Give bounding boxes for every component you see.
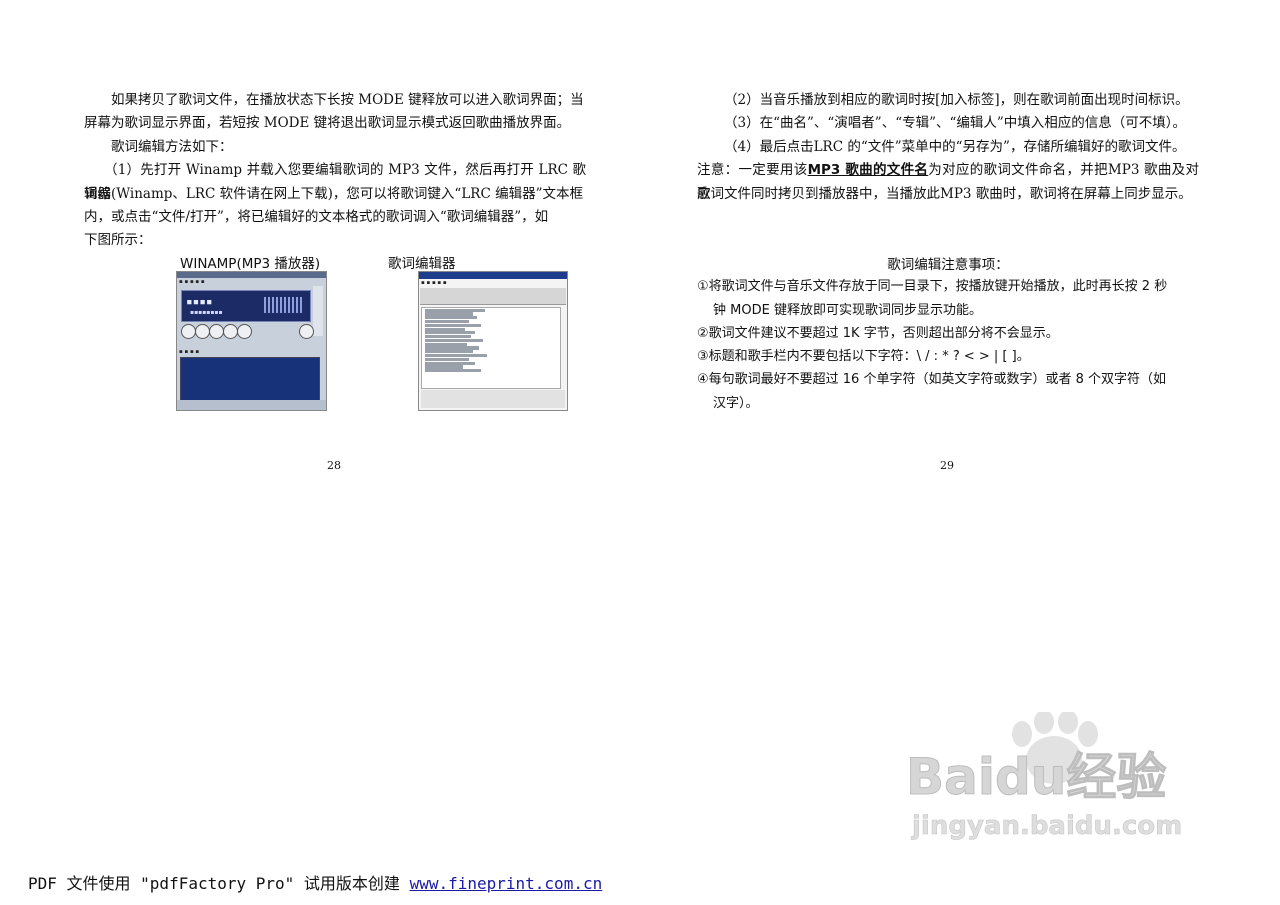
paragraph: 歌词编辑方法如下： (111, 139, 233, 155)
pdf-footer: PDF 文件使用 "pdfFactory Pro" 试用版本创建 www.fin… (28, 870, 602, 894)
right-page: （2）当音乐播放到相应的歌词时按[加入标签]，则在歌词前面出现时间标识。 （3）… (697, 0, 1199, 480)
paragraph: 如果拷贝了歌词文件，在播放状态下长按 MODE 键释放可以进入歌词界面；当 (111, 92, 584, 108)
lrc-text-area (421, 307, 561, 389)
winamp-display: ▪▪▪▪ ▪▪▪▪▪▪▪▪ (181, 290, 311, 322)
winamp-titlebar (177, 272, 326, 278)
winamp-menu-bar: ▪ ▪ ▪ ▪ ▪ (179, 279, 205, 285)
watermark-url: jingyan.baidu.com (911, 811, 1182, 841)
paragraph: 辑器(Winamp、LRC 软件请在网上下载)，您可以将歌词键入“LRC 编辑器… (84, 186, 583, 202)
winamp-time-display: ▪▪▪▪ (186, 295, 213, 308)
next-icon (237, 324, 252, 339)
list-item: ③标题和歌手栏内不要包括以下字符：\ / : * ? < > | [ ]。 (697, 349, 1030, 364)
footer-text: PDF 文件使用 "pdfFactory Pro" 试用版本创建 (28, 874, 410, 893)
play-icon (195, 324, 210, 339)
page-number: 29 (940, 459, 954, 472)
winamp-screenshot: ▪ ▪ ▪ ▪ ▪ ▪▪▪▪ ▪▪▪▪▪▪▪▪ ▪ ▪ ▪ ▪ (176, 271, 327, 411)
section-title: 歌词编辑注意事项： (887, 257, 1009, 273)
watermark-brand: Baidu经验 (906, 748, 1166, 806)
paragraph: 屏幕为歌词显示界面，若短按 MODE 键将退出歌词显示模式返回歌曲播放界面。 (84, 115, 571, 131)
stop-icon (223, 324, 238, 339)
list-item: ②歌词文件建议不要超过 1K 字节，否则超出部分将不会显示。 (697, 326, 1059, 341)
lrc-toolbar (420, 288, 566, 305)
lrc-titlebar (419, 272, 567, 279)
winamp-playlist (180, 357, 320, 401)
eject-icon (299, 324, 314, 339)
note-underlined: MP3 歌曲的文件名 (807, 162, 929, 178)
footer-link[interactable]: www.fineprint.com.cn (410, 874, 603, 893)
pause-icon (209, 324, 224, 339)
paragraph: （3）在“曲名”、“演唱者”、“专辑”、“编辑人”中填入相应的信息（可不填）。 (724, 115, 1187, 131)
list-item: ④每句歌词最好不要超过 16 个单字符（如英文字符或数字）或者 8 个双字符（如… (697, 372, 1166, 411)
winamp-track-display: ▪▪▪▪▪▪▪▪ (190, 309, 223, 316)
page-number: 28 (327, 459, 341, 472)
list-item: ①将歌词文件与音乐文件存放于同一目录下，按播放键开始播放，此时再长按 2 秒 钟… (697, 279, 1168, 318)
lrc-editor-screenshot: ▪ ▪ ▪ ▪ ▪ (418, 271, 568, 411)
paragraph: （2）当音乐播放到相应的歌词时按[加入标签]，则在歌词前面出现时间标识。 (724, 92, 1189, 108)
note-line2: 歌词文件同时拷贝到播放器中，当播放此MP3 歌曲时，歌词将在屏幕上同步显示。 (697, 186, 1192, 202)
winamp-controls (181, 324, 321, 340)
paragraph: 下图所示： (84, 232, 152, 248)
lrc-menu-bar: ▪ ▪ ▪ ▪ ▪ (421, 280, 447, 286)
paragraph: （4）最后点击LRC 的“文件”菜单中的“另存为”，存储所编辑好的歌词文件。 (724, 139, 1186, 155)
left-page: 如果拷贝了歌词文件，在播放状态下长按 MODE 键释放可以进入歌词界面；当 屏幕… (84, 0, 586, 480)
paragraph: 内，或点击“文件/打开”，将已编辑好的文本格式的歌词调入“歌词编辑器”，如 (84, 209, 549, 225)
baidu-jingyan-watermark: Baidu经验 jingyan.baidu.com (906, 712, 1183, 841)
figure-caption-lrc-editor: 歌词编辑器 (388, 256, 456, 272)
lrc-info-fields (421, 390, 565, 408)
winamp-playlist-menu: ▪ ▪ ▪ ▪ (179, 349, 200, 355)
winamp-spectrum (264, 297, 304, 313)
prev-icon (181, 324, 196, 339)
winamp-bottom-bar (177, 400, 326, 410)
figure-caption-winamp: WINAMP(MP3 播放器) (180, 256, 321, 272)
